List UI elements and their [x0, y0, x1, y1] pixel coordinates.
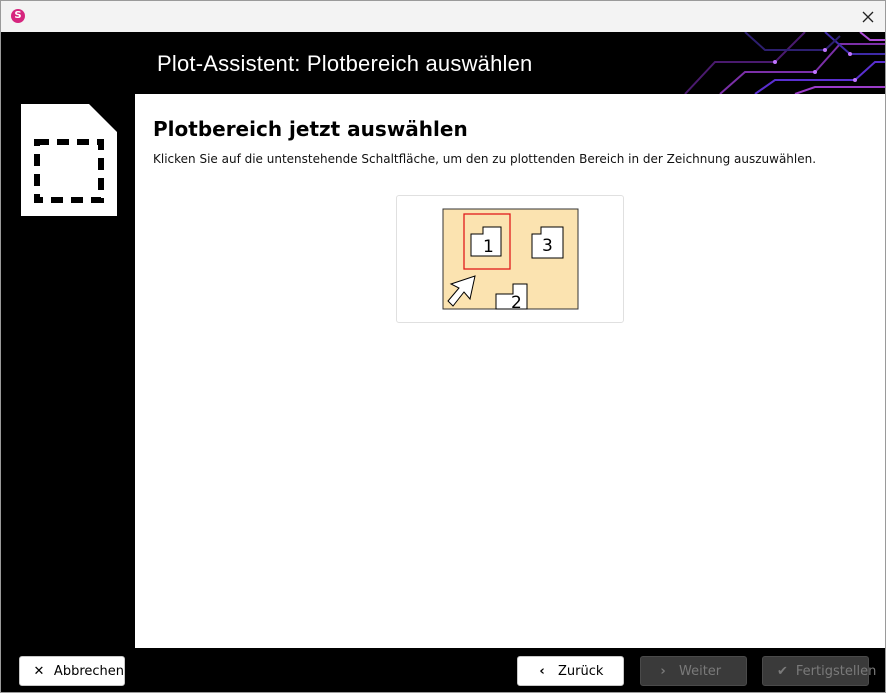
next-button[interactable]: › Weiter	[640, 656, 747, 686]
wizard-content: Plotbereich jetzt auswählen Klicken Sie …	[135, 94, 885, 648]
back-button[interactable]: ‹ Zurück	[517, 656, 624, 686]
back-button-label: Zurück	[558, 663, 604, 679]
cancel-button-label: Abbrechen	[53, 663, 124, 679]
select-plot-area-illustration: 1 3 2	[442, 208, 579, 313]
chevron-left-icon: ‹	[539, 663, 545, 679]
wizard-header: Plot-Assistent: Plotbereich auswählen	[1, 32, 885, 94]
close-button[interactable]	[851, 1, 885, 32]
finish-button[interactable]: ✔ Fertigstellen	[762, 656, 876, 686]
title-bar: S	[1, 1, 885, 32]
checkmark-icon: ✔	[777, 663, 788, 679]
document-selection-icon	[21, 104, 117, 216]
finish-button-label: Fertigstellen	[795, 663, 877, 679]
circuit-decoration	[684, 32, 885, 94]
next-button-label: Weiter	[679, 663, 722, 679]
wizard-title: Plot-Assistent: Plotbereich auswählen	[157, 51, 533, 76]
sheet-label-3: 3	[542, 236, 553, 256]
sheet-label-2: 2	[511, 293, 522, 313]
wizard-sidebar	[1, 94, 135, 648]
wizard-footer: ✕ Abbrechen ‹ Zurück › Weiter ✔ Fertigst…	[1, 648, 885, 692]
page-heading: Plotbereich jetzt auswählen	[153, 117, 468, 141]
cancel-button[interactable]: ✕ Abbrechen	[19, 656, 125, 686]
chevron-right-icon: ›	[660, 663, 666, 679]
select-plot-area-button[interactable]: 1 3 2	[396, 195, 624, 323]
sheet-label-1: 1	[483, 237, 494, 257]
plot-wizard-window: S Plot-Assistent: Plotbereich auswählen …	[0, 0, 886, 693]
page-description: Klicken Sie auf die untenstehende Schalt…	[153, 152, 817, 166]
app-logo-icon: S	[11, 9, 25, 23]
x-icon: ✕	[33, 663, 45, 679]
close-icon	[862, 11, 874, 22]
